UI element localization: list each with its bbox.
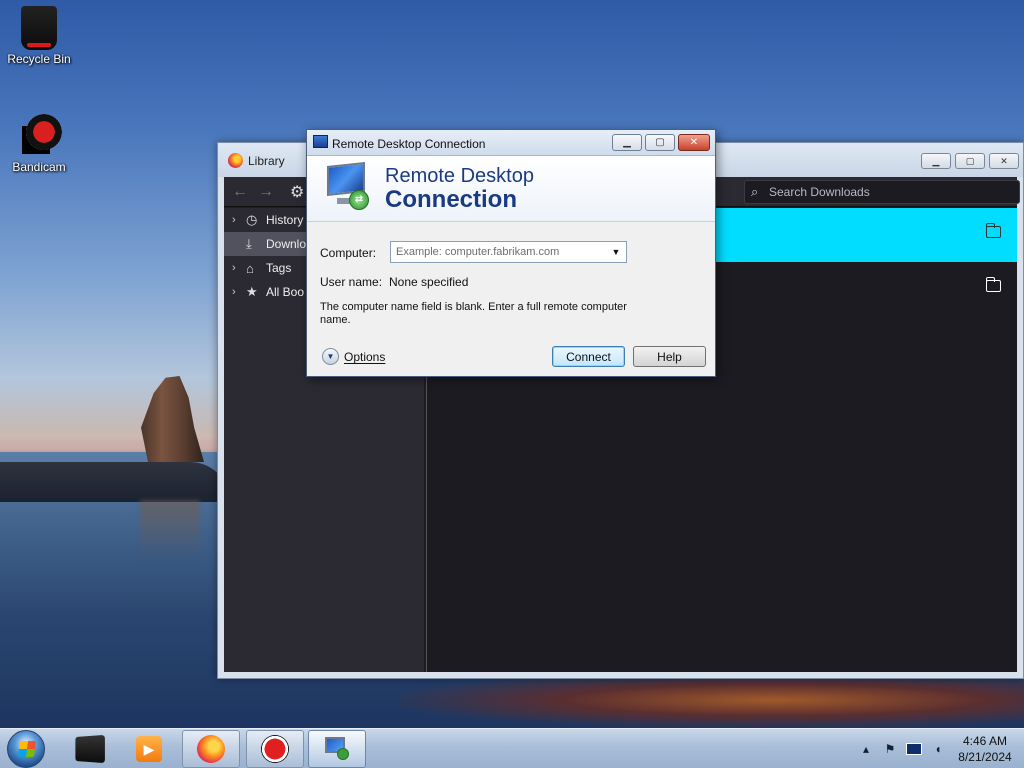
help-button[interactable]: Help bbox=[633, 346, 706, 367]
record-icon bbox=[261, 735, 289, 763]
star-icon: ★ bbox=[246, 284, 258, 299]
computer-placeholder: Example: computer.fabrikam.com bbox=[396, 246, 560, 258]
remote-desktop-icon bbox=[323, 736, 351, 762]
chevron-right-icon[interactable]: › bbox=[232, 214, 246, 226]
taskbar-system-box[interactable] bbox=[60, 730, 118, 768]
desktop-icon-bandicam[interactable]: Bandicam bbox=[1, 112, 77, 174]
taskbar-firefox[interactable] bbox=[182, 730, 240, 768]
volume-icon[interactable]: ◖ bbox=[930, 741, 946, 757]
recycle-bin-icon bbox=[21, 6, 57, 50]
options-expand-icon[interactable]: ▼ bbox=[322, 348, 339, 365]
desktop-icon-label: Bandicam bbox=[12, 160, 66, 174]
remote-monitor-icon: ⇄ bbox=[325, 162, 375, 214]
search-input[interactable]: ⌕ Search Downloads bbox=[744, 180, 1020, 204]
folder-icon[interactable] bbox=[985, 277, 1001, 292]
search-icon: ⌕ bbox=[751, 184, 759, 199]
sidebar-item-label: Tags bbox=[266, 261, 292, 275]
blank-computer-message: The computer name field is blank. Enter … bbox=[320, 301, 627, 326]
search-placeholder: Search Downloads bbox=[769, 185, 870, 199]
connect-button[interactable]: Connect bbox=[552, 346, 625, 367]
banner-title-line1: Remote Desktop bbox=[385, 165, 534, 187]
taskbar-bandicam[interactable] bbox=[246, 730, 304, 768]
rdc-banner: ⇄ Remote Desktop Connection bbox=[307, 156, 715, 222]
show-hidden-icons-arrow[interactable]: ▴ bbox=[858, 741, 874, 757]
system-box-icon bbox=[75, 734, 105, 764]
rdc-titlebar[interactable]: Remote Desktop Connection ▁ ▢ ✕ bbox=[307, 130, 715, 156]
sidebar-item-label: History bbox=[266, 213, 304, 227]
chevron-right-icon[interactable]: › bbox=[232, 262, 246, 274]
desktop-icon-recycle-bin[interactable]: Recycle Bin bbox=[1, 6, 77, 66]
shore bbox=[0, 462, 230, 502]
chevron-right-icon[interactable]: › bbox=[232, 286, 246, 298]
maximize-button[interactable]: ▢ bbox=[955, 153, 985, 169]
taskbar: ▶ ▴ ⚑ ◖ 4:46 AM 8/21/2024 bbox=[0, 728, 1024, 768]
close-button[interactable]: ✕ bbox=[989, 153, 1019, 169]
bandicam-icon bbox=[16, 112, 62, 158]
username-value: None specified bbox=[389, 275, 469, 289]
sunset-reflection bbox=[400, 672, 1024, 728]
clock-date: 8/21/2024 bbox=[958, 750, 1012, 764]
firefox-icon bbox=[197, 735, 225, 763]
network-icon[interactable] bbox=[906, 743, 922, 755]
remote-desktop-icon bbox=[313, 135, 328, 148]
windows-logo-icon bbox=[17, 741, 37, 757]
sidebar-item-label: Downlo bbox=[266, 237, 307, 251]
username-label: User name: bbox=[320, 275, 383, 289]
clock-icon: ◷ bbox=[246, 212, 258, 227]
rdc-title: Remote Desktop Connection bbox=[332, 137, 486, 151]
desktop-icon-label: Recycle Bin bbox=[7, 52, 71, 66]
forward-arrow-icon[interactable]: → bbox=[258, 183, 274, 201]
tag-icon: ⌂ bbox=[246, 260, 254, 276]
taskbar-remote-desktop[interactable] bbox=[308, 730, 366, 768]
gear-icon[interactable]: ⚙ bbox=[290, 182, 304, 202]
sidebar-item-label: All Boo bbox=[266, 285, 305, 299]
library-title: Library bbox=[248, 154, 285, 168]
back-arrow-icon[interactable]: ← bbox=[232, 183, 248, 201]
clock-time: 4:46 AM bbox=[962, 734, 1008, 748]
media-player-icon: ▶ bbox=[136, 736, 162, 762]
minimize-button[interactable]: ▁ bbox=[921, 153, 951, 169]
banner-title-line2: Connection bbox=[385, 186, 517, 213]
action-center-flag-icon[interactable]: ⚑ bbox=[882, 741, 898, 757]
taskbar-media-player[interactable]: ▶ bbox=[120, 730, 178, 768]
close-button[interactable]: ✕ bbox=[678, 134, 710, 151]
computer-label: Computer: bbox=[320, 246, 377, 260]
system-tray: ▴ ⚑ ◖ 4:46 AM 8/21/2024 bbox=[858, 729, 1016, 768]
folder-icon[interactable] bbox=[985, 223, 1001, 238]
computer-combobox[interactable]: Example: computer.fabrikam.com ▼ bbox=[390, 241, 627, 263]
options-link[interactable]: Options bbox=[344, 350, 385, 364]
rock-reflection bbox=[140, 500, 200, 560]
firefox-icon bbox=[228, 153, 243, 168]
start-button[interactable] bbox=[7, 730, 45, 768]
dropdown-arrow-icon[interactable]: ▼ bbox=[609, 245, 623, 259]
maximize-button[interactable]: ▢ bbox=[645, 134, 675, 151]
minimize-button[interactable]: ▁ bbox=[612, 134, 642, 151]
taskbar-clock[interactable]: 4:46 AM 8/21/2024 bbox=[954, 733, 1016, 765]
remote-desktop-dialog: Remote Desktop Connection ▁ ▢ ✕ ⇄ Remote… bbox=[306, 129, 716, 377]
download-icon: ⤓ bbox=[246, 236, 252, 251]
